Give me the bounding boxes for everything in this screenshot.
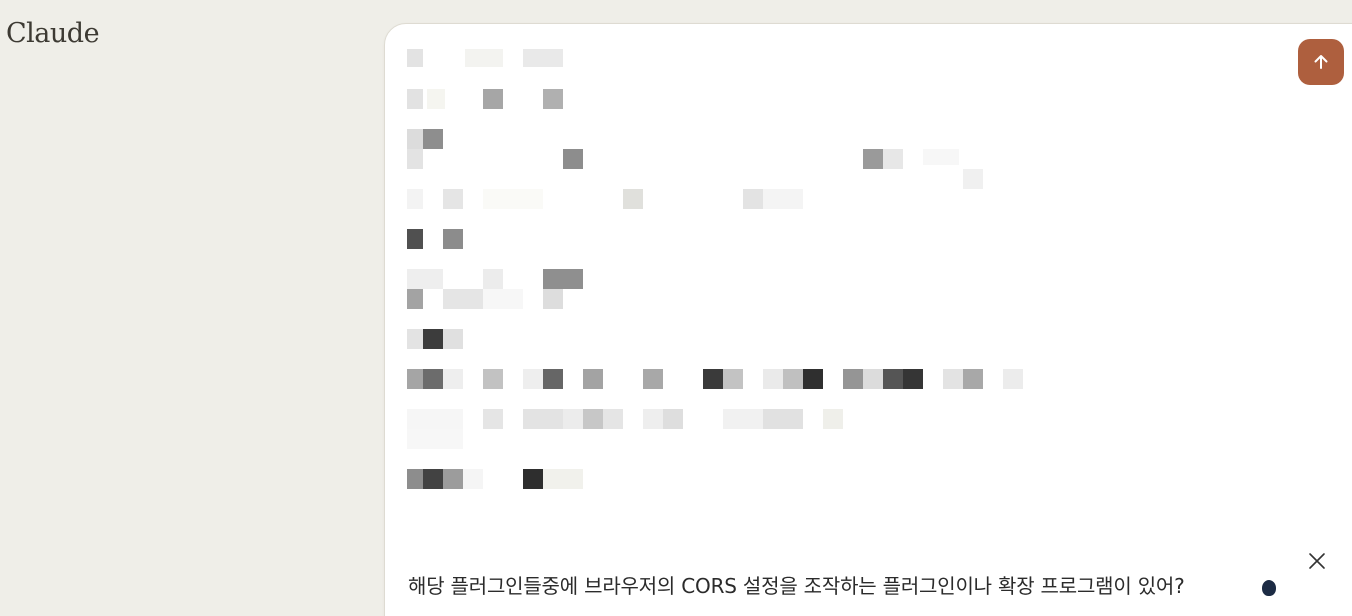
- message-composer[interactable]: 해당 플러그인들중에 브라우저의 CORS 설정을 조작하는 플러그인이나 확장…: [384, 23, 1352, 616]
- send-button[interactable]: [1298, 39, 1344, 85]
- mouse-cursor-indicator: [1262, 580, 1276, 596]
- close-icon: [1309, 553, 1325, 569]
- claude-logo: Claude: [6, 18, 100, 49]
- close-suggestion-button[interactable]: [1306, 550, 1328, 572]
- suggestion-text[interactable]: 해당 플러그인들중에 브라우저의 CORS 설정을 조작하는 플러그인이나 확장…: [408, 570, 1185, 599]
- arrow-up-icon: [1314, 55, 1328, 69]
- app-window: Claude 해당 플러그인들중에 브라우저의 CORS 설정을 조작하는 플러…: [0, 0, 1352, 616]
- redacted-message-content: [407, 49, 1023, 489]
